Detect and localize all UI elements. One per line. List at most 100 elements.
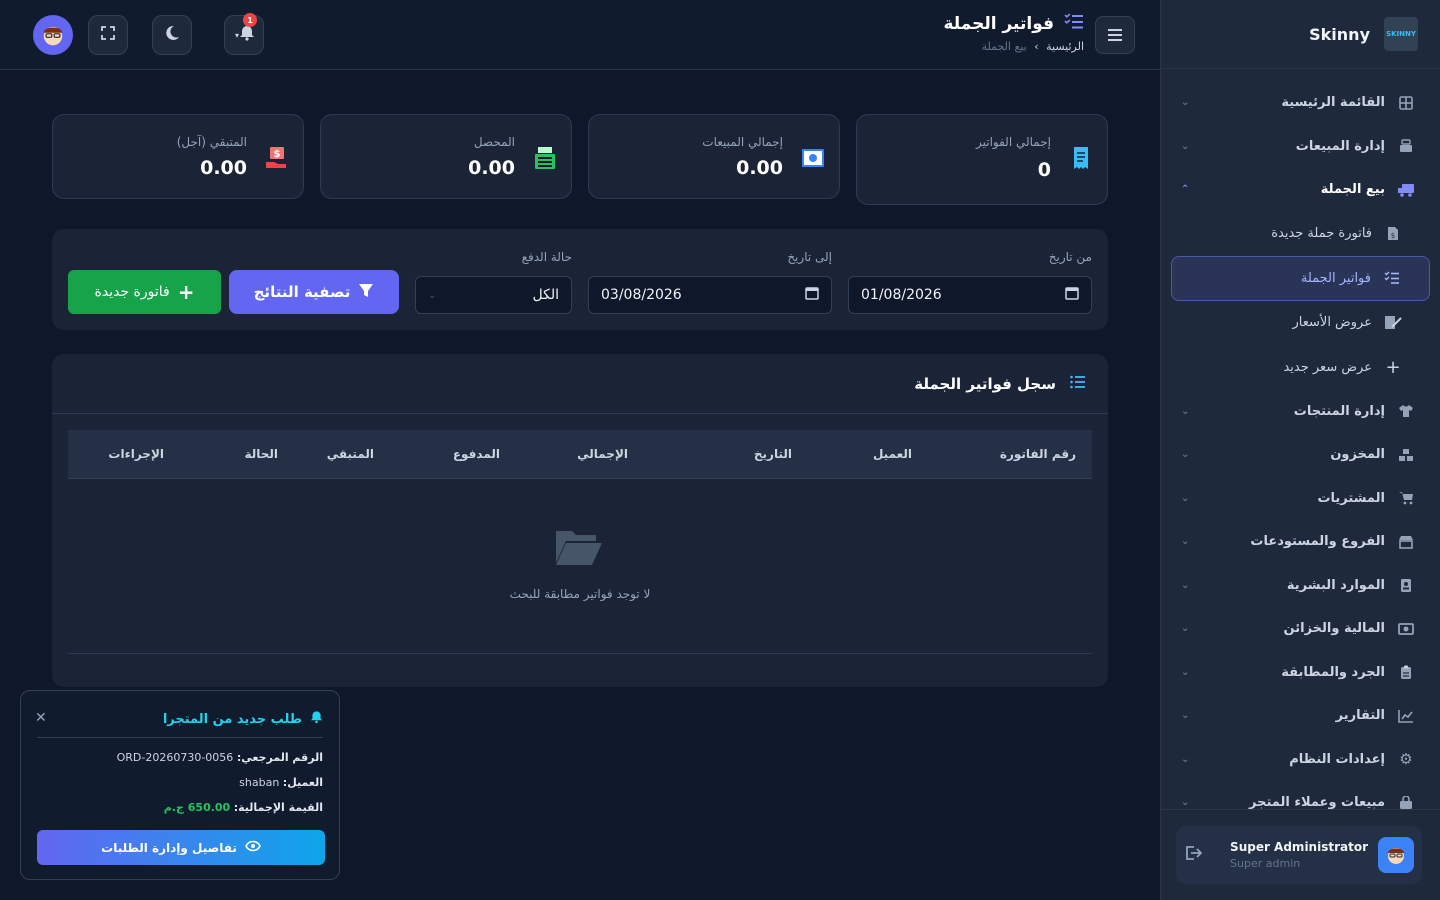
logout-icon[interactable] (1184, 845, 1203, 865)
bell-icon (239, 25, 255, 45)
chart-icon (1397, 707, 1415, 725)
table-header: رقم الفاتورة العميل التاريخ الإجمالي الم… (68, 430, 1092, 479)
toast-total-value: 650.00 ج.م (163, 801, 231, 814)
chevron-down-icon: ⌄ (1181, 536, 1190, 548)
sidebar-item-wholesale[interactable]: بيع الجملة ⌃ (1161, 168, 1440, 212)
sidebar-item-products[interactable]: إدارة المنتجات ⌄ (1161, 390, 1440, 434)
sidebar-nav: القائمة الرئيسية ⌄ إدارة المبيعات ⌄ بيع … (1161, 69, 1440, 825)
brand-name: Skinny (1309, 24, 1370, 44)
calendar-icon[interactable] (805, 286, 819, 304)
theme-toggle-button[interactable] (152, 15, 192, 55)
moon-icon (164, 25, 180, 45)
list-icon (1070, 375, 1086, 393)
from-date-value: 01/08/2026 (861, 287, 942, 303)
column-header[interactable]: المتبقي (327, 447, 374, 461)
toast-total-row: القيمة الإجمالية: 650.00 ج.م (164, 801, 323, 814)
stat-value: 0.00 (468, 157, 515, 179)
chevron-down-icon: ⌄ (1181, 492, 1190, 504)
chevron-up-icon: ⌃ (1181, 184, 1190, 196)
sidebar-subitem-new-wholesale-invoice[interactable]: $ فاتورة جملة جديدة (1171, 212, 1430, 257)
sidebar-item-label: المالية والخزائن (1283, 621, 1385, 637)
stat-value: 0.00 (736, 157, 783, 179)
stat-label: إجمالي الفواتير (976, 135, 1051, 149)
sidebar-subitem-new-quote[interactable]: + عرض سعر جديد (1171, 345, 1430, 390)
invoice-dollar-icon: $ (1384, 225, 1402, 243)
column-header[interactable]: العميل (873, 447, 912, 461)
sidebar-item-store-sales[interactable]: مبيعات وعملاء المتجر ⌄ (1161, 781, 1440, 825)
avatar[interactable] (33, 15, 73, 55)
chevron-down-icon: ⌄ (1181, 710, 1190, 722)
toast-customer-label: العميل: (282, 776, 323, 789)
chevron-down-icon: ⌄ (1181, 797, 1190, 809)
close-icon[interactable]: ✕ (35, 710, 47, 726)
store-icon (1397, 533, 1415, 551)
sidebar-item-label: الموارد البشرية (1286, 577, 1385, 593)
sidebar-item-label: التقارير (1335, 708, 1385, 724)
column-header[interactable]: الإجمالي (577, 447, 628, 461)
chevron-down-icon: ⌄ (1181, 753, 1190, 765)
avatar (1378, 837, 1414, 873)
grid-icon (1397, 94, 1415, 112)
payment-status-label: حالة الدفع (521, 250, 572, 264)
topbar: فواتير الجملة الرئيسية › بيع الجملة ▾ 1 (0, 0, 1160, 70)
column-header[interactable]: الحالة (244, 447, 278, 461)
from-date-label: من تاريخ (1048, 250, 1092, 264)
svg-text:$: $ (1391, 232, 1395, 240)
sidebar-item-finance[interactable]: المالية والخزائن ⌄ (1161, 607, 1440, 651)
menu-toggle-button[interactable] (1095, 16, 1135, 54)
sidebar-item-stocktaking[interactable]: الجرد والمطابقة ⌄ (1161, 651, 1440, 695)
sidebar-item-reports[interactable]: التقارير ⌄ (1161, 694, 1440, 738)
toast-divider (37, 737, 323, 738)
sidebar-item-hr[interactable]: الموارد البشرية ⌄ (1161, 564, 1440, 608)
sidebar-item-label: إدارة المبيعات (1295, 138, 1385, 154)
brand-logo[interactable]: SKINNY (1384, 17, 1418, 51)
payment-status-select[interactable]: الكل ⌄ (415, 276, 572, 314)
caret-icon: ▾ (235, 30, 240, 40)
calendar-icon[interactable] (1065, 286, 1079, 304)
new-invoice-button[interactable]: + فاتورة جديدة (68, 270, 221, 314)
eye-icon (244, 840, 261, 855)
user-card[interactable]: Super Administrator Super admin (1176, 826, 1422, 884)
column-header[interactable]: التاريخ (754, 447, 792, 461)
sidebar-subitem-label: عروض الأسعار (1292, 315, 1373, 331)
toast-title-text: طلب جديد من المتجرا (162, 711, 302, 727)
sidebar-item-inventory[interactable]: المخزون ⌄ (1161, 433, 1440, 477)
gear-icon: ⚙ (1399, 750, 1413, 769)
sidebar-item-sales[interactable]: إدارة المبيعات ⌄ (1161, 125, 1440, 169)
filter-icon (358, 282, 374, 302)
sidebar-item-label: القائمة الرئيسية (1281, 95, 1385, 111)
to-date-value: 03/08/2026 (601, 287, 682, 303)
fullscreen-button[interactable] (88, 15, 128, 55)
sidebar-item-label: بيع الجملة (1320, 182, 1385, 198)
payment-status-value: الكل (532, 287, 560, 303)
user-name: Super Administrator (1230, 840, 1368, 854)
sidebar-item-settings[interactable]: ⚙ إعدادات النظام ⌄ (1161, 738, 1440, 782)
money-icon (1397, 620, 1415, 638)
sidebar-item-purchases[interactable]: المشتريات ⌄ (1161, 477, 1440, 521)
breadcrumb-separator: › (1034, 40, 1039, 53)
column-header[interactable]: المدفوع (453, 447, 500, 461)
breadcrumb-home[interactable]: الرئيسية (1046, 40, 1084, 53)
sidebar-item-branches[interactable]: الفروع والمستودعات ⌄ (1161, 520, 1440, 564)
new-order-toast: طلب جديد من المتجرا ✕ الرقم المرجعي: ORD… (20, 690, 340, 880)
filter-results-button[interactable]: تصفية النتائج (229, 270, 399, 314)
column-header[interactable]: رقم الفاتورة (1000, 447, 1076, 461)
breadcrumb: الرئيسية › بيع الجملة (982, 40, 1084, 53)
notifications-button[interactable]: ▾ 1 (224, 13, 264, 55)
column-header[interactable]: الإجراءات (108, 447, 164, 461)
sidebar-subitem-quotes[interactable]: عروض الأسعار (1171, 301, 1430, 346)
sidebar-item-dashboard[interactable]: القائمة الرئيسية ⌄ (1161, 81, 1440, 125)
brand: SKINNY Skinny (1161, 0, 1440, 69)
stat-card-total-sales: إجمالي المبيعات 0.00 (588, 114, 840, 199)
sidebar-subitem-wholesale-invoices[interactable]: فواتير الجملة (1171, 256, 1430, 301)
stat-card-total-invoices: إجمالي الفواتير 0 (856, 114, 1108, 205)
page-title: فواتير الجملة (943, 13, 1084, 34)
id-card-icon (1397, 576, 1415, 594)
stat-value: 0 (1037, 159, 1051, 181)
from-date-input[interactable]: 01/08/2026 (848, 276, 1092, 314)
toast-customer-value: shaban (239, 776, 280, 789)
toast-title: طلب جديد من المتجرا (163, 710, 323, 728)
to-date-input[interactable]: 03/08/2026 (588, 276, 832, 314)
filter-results-label: تصفية النتائج (253, 283, 351, 301)
order-details-button[interactable]: تفاصيل وإدارة الطلبات (37, 830, 325, 865)
